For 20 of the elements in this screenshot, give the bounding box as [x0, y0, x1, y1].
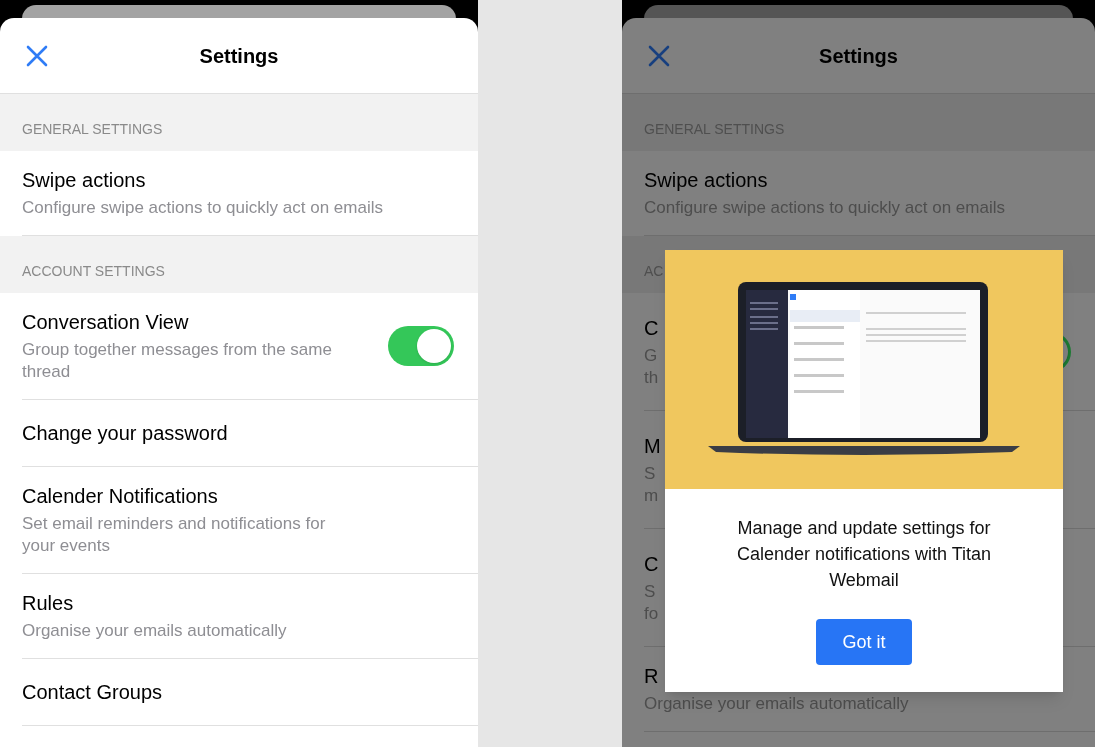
setting-title[interactable]: Swipe actions [22, 167, 454, 193]
screen-title: Settings [819, 43, 898, 69]
dialog-message: Manage and update settings for Calender notifications with Titan Webmail [735, 517, 993, 592]
setting-title[interactable]: Rules [22, 590, 454, 616]
screen-title: Settings [199, 43, 279, 69]
setting-title[interactable]: Change your password [22, 420, 454, 446]
section-header: GENERAL SETTINGS [22, 120, 163, 139]
setting-description: Organise your emails automatically [22, 620, 288, 642]
setting-description: Set email reminders and notifications for your events [22, 513, 327, 557]
section-header: ACCOUNT SETTINGS [22, 262, 165, 281]
toggle-switch[interactable] [388, 326, 454, 366]
close-icon[interactable] [648, 44, 670, 67]
got-it-button[interactable]: Got it [816, 619, 912, 665]
setting-title[interactable]: Conversation View [22, 309, 388, 335]
setting-title[interactable]: Calender Notifications [22, 483, 454, 509]
setting-description: Configure swipe actions to quickly act on emails [22, 197, 384, 219]
setting-description: Group together messages from the same thread [22, 339, 333, 383]
setting-title[interactable]: Contact Groups [22, 679, 454, 705]
close-icon[interactable] [26, 44, 48, 67]
setting-title[interactable]: Swipe actions [644, 167, 1071, 193]
